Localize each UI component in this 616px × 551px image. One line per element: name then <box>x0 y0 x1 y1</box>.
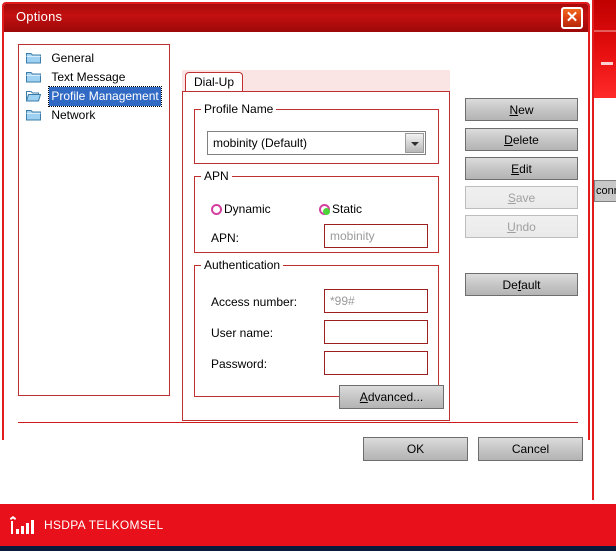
folder-closed-icon <box>26 108 41 121</box>
background-window[interactable]: conne <box>592 0 616 500</box>
tab-strip: Dial-Up <box>182 70 450 93</box>
chevron-down-icon[interactable] <box>405 133 424 153</box>
sidebar-item-general[interactable]: General <box>22 49 166 68</box>
group-title: APN <box>201 169 232 183</box>
signal-bar <box>31 520 34 534</box>
cancel-button[interactable]: Cancel <box>478 437 583 461</box>
save-button: Save <box>465 186 578 209</box>
dialog-title: Options <box>16 9 63 24</box>
sidebar-item-label: Text Message <box>51 70 126 84</box>
advanced-button-label: Advanced... <box>359 390 424 404</box>
save-button-label: Save <box>507 190 536 205</box>
radio-dynamic-label: Dynamic <box>224 202 271 216</box>
password-label: Password: <box>211 357 268 371</box>
undo-button: Undo <box>465 215 578 238</box>
status-bar: HSDPA TELKOMSEL <box>0 504 616 546</box>
desktop-edge <box>0 546 616 551</box>
delete-button[interactable]: Delete <box>465 128 578 151</box>
antenna-mast <box>11 521 13 534</box>
options-dialog: Options ✕ General Text Message Profile M… <box>2 2 590 461</box>
sidebar-item-label: General <box>51 51 95 65</box>
radio-static-label: Static <box>332 202 363 216</box>
group-title: Authentication <box>201 258 284 272</box>
dial-up-panel: Profile Name mobinity (Default) APN Dyna… <box>182 91 450 421</box>
profile-name-value: mobinity (Default) <box>213 136 308 150</box>
dialog-titlebar[interactable]: Options ✕ <box>4 4 588 32</box>
ok-button[interactable]: OK <box>363 437 468 461</box>
background-window-header <box>594 0 616 98</box>
footer-divider <box>18 422 578 423</box>
apn-label: APN: <box>211 231 240 245</box>
settings-tree[interactable]: General Text Message Profile Management … <box>18 44 170 396</box>
sidebar-item-label: Network <box>51 108 96 122</box>
background-window-mark <box>601 62 613 65</box>
radio-dot-icon <box>319 204 330 215</box>
signal-bar <box>21 526 24 534</box>
user-name-label: User name: <box>211 326 274 340</box>
screen: conne Options ✕ General <box>0 0 616 551</box>
folder-open-icon <box>25 89 42 102</box>
group-title: Profile Name <box>201 102 277 116</box>
sidebar-item-profile-management[interactable]: Profile Management <box>22 86 166 107</box>
folder-closed-icon <box>26 51 41 64</box>
access-number-label: Access number: <box>211 295 298 309</box>
signal-bar <box>16 529 19 534</box>
signal-bar <box>26 523 29 534</box>
edit-button-label: Edit <box>511 161 532 176</box>
apn-input[interactable]: mobinity <box>324 224 428 248</box>
profile-name-group: Profile Name mobinity (Default) <box>194 102 439 164</box>
advanced-button[interactable]: Advanced... <box>339 385 444 409</box>
undo-button-label: Undo <box>507 219 536 234</box>
access-number-input[interactable]: *99# <box>324 289 428 313</box>
new-button[interactable]: New <box>465 98 578 121</box>
network-status-text: HSDPA TELKOMSEL <box>44 518 164 532</box>
new-button-label: New <box>509 102 534 117</box>
sidebar-item-text-message[interactable]: Text Message <box>22 68 166 87</box>
apn-group: APN Dynamic Static APN: mobinity <box>194 169 439 253</box>
folder-closed-icon <box>26 70 41 83</box>
profile-name-combobox[interactable]: mobinity (Default) <box>207 131 426 155</box>
delete-button-label: Delete <box>504 132 539 147</box>
antenna-right <box>11 516 17 520</box>
user-name-input[interactable] <box>324 320 428 344</box>
edit-button[interactable]: Edit <box>465 157 578 180</box>
tab-dial-up[interactable]: Dial-Up <box>185 72 244 93</box>
default-button[interactable]: Default <box>465 273 578 296</box>
background-window-divider <box>594 30 616 32</box>
radio-dynamic[interactable]: Dynamic <box>211 202 271 216</box>
close-icon[interactable]: ✕ <box>561 7 583 29</box>
sidebar-item-network[interactable]: Network <box>22 106 166 125</box>
radio-dot-icon <box>211 204 222 215</box>
dialog-body: General Text Message Profile Management … <box>4 32 588 461</box>
sidebar-item-label: Profile Management <box>48 86 162 107</box>
radio-static[interactable]: Static <box>319 202 362 216</box>
default-button-label: Default <box>502 277 541 292</box>
authentication-group: Authentication Access number: *99# User … <box>194 258 439 397</box>
background-connect-button[interactable]: conne <box>594 180 616 202</box>
password-input[interactable] <box>324 351 428 375</box>
signal-strength-icon <box>9 516 36 534</box>
